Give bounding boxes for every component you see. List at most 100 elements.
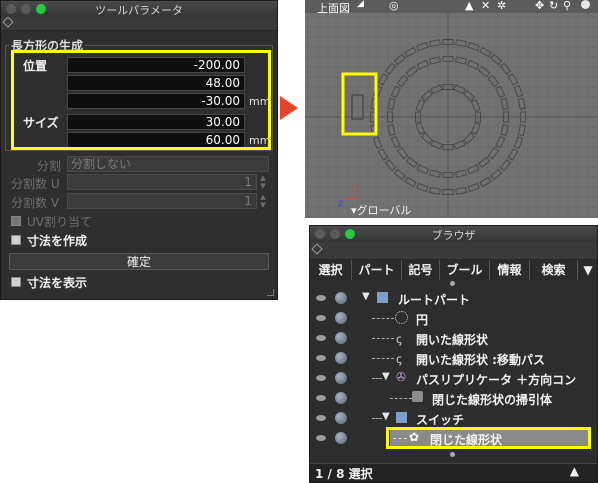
tab-symbol[interactable]: 記号 bbox=[402, 260, 440, 280]
tab-part[interactable]: パート bbox=[352, 260, 402, 280]
replicated-shape bbox=[390, 85, 401, 99]
browser-titlebar[interactable]: ブラウザ bbox=[310, 226, 597, 243]
zoom-icon[interactable]: ⚲ bbox=[563, 0, 571, 12]
render-ball-icon[interactable] bbox=[335, 372, 347, 384]
split-v-field[interactable]: 1 bbox=[67, 193, 257, 209]
replicated-shape bbox=[517, 98, 526, 110]
gear-icon[interactable]: ✲ bbox=[497, 0, 506, 12]
confirm-button[interactable]: 確定 bbox=[9, 253, 269, 270]
grid-tool-icon[interactable]: ▲ bbox=[465, 0, 473, 12]
replicated-shape bbox=[495, 85, 506, 99]
target-icon[interactable]: ◎ bbox=[389, 0, 399, 12]
selection-count: 1 / 8 選択 bbox=[315, 467, 373, 481]
open-line-icon: ꞔ bbox=[396, 352, 402, 366]
replicated-shape bbox=[499, 62, 512, 75]
replicated-shape bbox=[466, 164, 480, 175]
uv-label: UV割り当て bbox=[27, 215, 92, 229]
tool-parameter-subbar bbox=[1, 16, 277, 31]
render-ball-icon[interactable] bbox=[335, 332, 347, 344]
tree-row[interactable]: ▼ スイッチ bbox=[310, 408, 597, 428]
replicated-shape bbox=[384, 159, 397, 172]
tree-row[interactable]: ▼ ✇ パスリプリケータ ＋方向コン bbox=[310, 368, 597, 388]
tree-row[interactable]: 閉じた線形状の掃引体 bbox=[310, 388, 597, 408]
browser-subbar bbox=[310, 242, 597, 260]
render-ball-icon[interactable] bbox=[335, 352, 347, 364]
tree-row[interactable]: ꞔ 開いた線形状 :移動パス bbox=[310, 348, 597, 368]
replicated-shape bbox=[420, 132, 433, 145]
diamond-icon[interactable] bbox=[2, 16, 14, 28]
replicated-shape bbox=[415, 99, 426, 112]
open-line-icon: ꞔ bbox=[396, 332, 402, 346]
replicated-shape bbox=[454, 169, 467, 178]
path-replicator-icon: ✇ bbox=[396, 370, 407, 384]
expand-triangle-icon[interactable]: ▼ bbox=[362, 291, 370, 302]
show-dimension-checkbox[interactable] bbox=[11, 277, 21, 287]
up-triangle-icon[interactable]: ▲ bbox=[570, 464, 579, 478]
tab-boolean[interactable]: ブール bbox=[440, 260, 490, 280]
node-label: スイッチ bbox=[416, 413, 465, 427]
replicated-shape bbox=[455, 186, 467, 195]
replicated-shape bbox=[495, 135, 506, 149]
eye-icon[interactable] bbox=[316, 395, 326, 401]
replicated-shape bbox=[507, 73, 519, 86]
tree-connector bbox=[372, 338, 394, 339]
replicated-shape bbox=[470, 99, 481, 112]
eye-icon[interactable] bbox=[316, 295, 326, 301]
eye-icon[interactable] bbox=[316, 435, 326, 441]
move-icon[interactable]: ✥ bbox=[535, 0, 544, 12]
eye-icon[interactable] bbox=[316, 315, 326, 321]
render-ball-icon[interactable] bbox=[335, 432, 347, 444]
uv-checkbox[interactable] bbox=[11, 216, 21, 226]
resize-grip[interactable] bbox=[267, 289, 274, 296]
diamond-icon[interactable] bbox=[311, 243, 323, 255]
tab-search[interactable]: 検索 bbox=[530, 260, 578, 280]
create-dimension-label: 寸法を作成 bbox=[27, 234, 88, 248]
scroll-indicator bbox=[450, 452, 455, 457]
view-menu-triangle-icon[interactable]: ◢ bbox=[357, 0, 364, 9]
render-ball-icon[interactable] bbox=[335, 412, 347, 424]
tool-parameter-titlebar[interactable]: ツールパラメータ bbox=[1, 1, 277, 18]
axis-z-label: z bbox=[338, 198, 344, 209]
eye-icon[interactable] bbox=[316, 335, 326, 341]
tree-connector bbox=[372, 378, 382, 379]
browser-title: ブラウザ bbox=[431, 229, 476, 242]
replicated-shape bbox=[466, 59, 480, 70]
expand-triangle-icon[interactable]: ▼ bbox=[382, 411, 390, 422]
create-dimension-checkbox[interactable] bbox=[11, 235, 21, 245]
highlight-box-selected-node bbox=[386, 427, 591, 449]
tree-row[interactable]: ▼ ルートパート bbox=[310, 288, 597, 308]
render-ball-icon[interactable] bbox=[335, 312, 347, 324]
tab-info[interactable]: 情報 bbox=[490, 260, 530, 280]
shading-icon[interactable] bbox=[581, 0, 590, 9]
tab-menu-triangle-icon[interactable]: ▼ bbox=[578, 260, 597, 280]
expand-triangle-icon[interactable]: ▼ bbox=[382, 371, 390, 382]
split-v-stepper[interactable]: ▲ ▼ bbox=[259, 193, 267, 209]
split-u-field[interactable]: 1 bbox=[67, 174, 257, 190]
split-u-stepper[interactable]: ▲ ▼ bbox=[259, 174, 267, 190]
tree-row[interactable]: ꞔ 開いた線形状 bbox=[310, 328, 597, 348]
tree-row[interactable]: ✿ 閉じた線形状 bbox=[310, 427, 597, 449]
viewport-canvas bbox=[305, 13, 598, 218]
split-select[interactable]: 分割しない bbox=[67, 156, 269, 172]
tab-select[interactable]: 選択 bbox=[310, 260, 352, 280]
render-ball-icon[interactable] bbox=[335, 392, 347, 404]
global-label[interactable]: ▾グローバル bbox=[351, 202, 411, 218]
replicated-shape bbox=[384, 62, 397, 75]
rotate-icon[interactable]: ↻ bbox=[549, 0, 558, 12]
tree-row[interactable]: 円 bbox=[310, 308, 597, 328]
eye-icon[interactable] bbox=[316, 375, 326, 381]
render-ball-icon[interactable] bbox=[335, 292, 347, 304]
replicated-shape bbox=[404, 176, 417, 188]
replicated-shape bbox=[415, 122, 426, 135]
eye-icon[interactable] bbox=[316, 415, 326, 421]
circle-icon bbox=[395, 311, 408, 324]
node-label: 開いた線形状 bbox=[416, 333, 489, 347]
viewport-top-view[interactable]: 上面図 ◢ ◎ ▲ ✕ ✲ ✥ ↻ ⚲ z ▾グローバル bbox=[305, 0, 598, 218]
perspective-tool-icon[interactable]: ✕ bbox=[481, 0, 490, 12]
node-label: 閉じた線形状の掃引体 bbox=[432, 393, 553, 407]
replicated-shape bbox=[499, 159, 512, 172]
replicated-shape bbox=[470, 122, 481, 135]
replicated-shape bbox=[479, 46, 492, 58]
replicated-shape bbox=[517, 124, 526, 136]
eye-icon[interactable] bbox=[316, 355, 326, 361]
